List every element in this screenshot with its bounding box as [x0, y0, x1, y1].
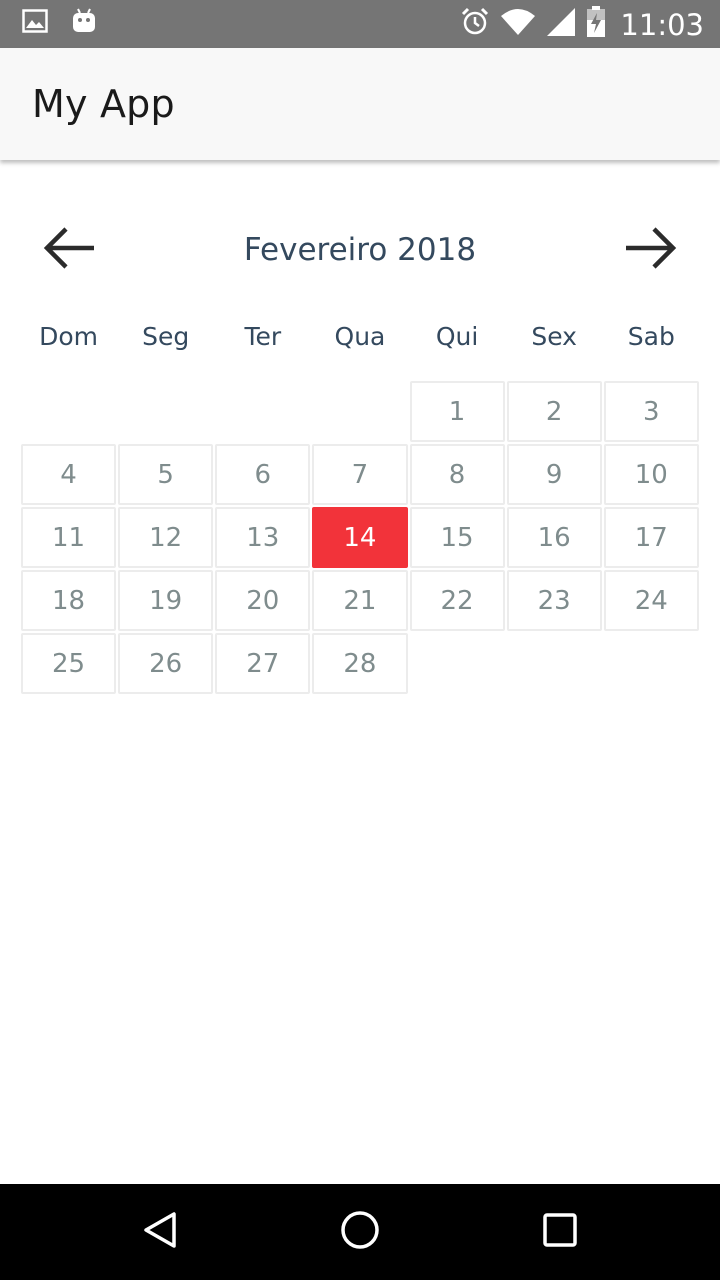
weekday-label: Sab [627, 322, 675, 351]
recents-square-icon [541, 1211, 579, 1254]
day-cell[interactable]: 17 [603, 507, 699, 568]
day-cell[interactable]: 21 [312, 570, 408, 631]
status-time: 11:03 [620, 7, 704, 42]
day-cell[interactable]: 24 [603, 570, 699, 631]
next-month-button[interactable] [618, 222, 682, 278]
home-circle-icon [339, 1209, 381, 1256]
weekday-label: Sex [531, 322, 577, 351]
back-triangle-icon [140, 1210, 180, 1255]
prev-month-button[interactable] [38, 222, 102, 278]
weekday-label: Dom [39, 322, 99, 351]
arrow-right-icon [622, 224, 678, 277]
weekday-label: Seg [142, 322, 190, 351]
day-cell[interactable]: 3 [603, 381, 699, 442]
weekday-label: Qui [435, 322, 479, 351]
day-cell[interactable]: 12 [118, 507, 214, 568]
day-cell[interactable]: 26 [118, 633, 214, 694]
back-button[interactable] [136, 1208, 184, 1256]
weekday-label: Qua [334, 322, 386, 351]
day-cell[interactable]: 16 [506, 507, 602, 568]
weekday-header-row: Dom Seg Ter Qua Qui Sex Sab [20, 322, 700, 358]
arrow-left-icon [42, 224, 98, 277]
app-bar: My App [0, 48, 720, 160]
system-nav-bar [0, 1184, 720, 1280]
day-cell-selected[interactable]: 14 [312, 507, 408, 568]
day-cell[interactable]: 6 [215, 444, 311, 505]
empty-cell [215, 381, 310, 442]
calendar-grid: 1 2 3 4 5 6 7 8 9 10 11 12 13 14 15 16 1… [20, 380, 700, 695]
day-cell[interactable]: 18 [21, 570, 117, 631]
calendar-header: Fevereiro 2018 [0, 210, 720, 290]
day-cell[interactable]: 2 [506, 381, 602, 442]
home-button[interactable] [336, 1208, 384, 1256]
alarm-icon [460, 7, 490, 42]
day-cell[interactable]: 19 [118, 570, 214, 631]
day-cell[interactable]: 5 [118, 444, 214, 505]
day-cell[interactable]: 27 [215, 633, 311, 694]
day-cell[interactable]: 9 [506, 444, 602, 505]
battery-charging-icon [586, 6, 606, 43]
day-cell[interactable]: 7 [312, 444, 408, 505]
day-cell[interactable]: 23 [506, 570, 602, 631]
android-icon [72, 8, 96, 39]
day-cell[interactable]: 4 [21, 444, 117, 505]
day-cell[interactable]: 22 [409, 570, 505, 631]
day-cell[interactable]: 8 [409, 444, 505, 505]
day-cell[interactable]: 20 [215, 570, 311, 631]
day-cell[interactable]: 15 [409, 507, 505, 568]
image-icon [22, 9, 48, 38]
wifi-icon [500, 8, 536, 41]
day-cell[interactable]: 1 [409, 381, 505, 442]
signal-icon [546, 7, 576, 42]
day-cell[interactable]: 25 [21, 633, 117, 694]
day-cell[interactable]: 13 [215, 507, 311, 568]
app-title: My App [32, 82, 175, 126]
empty-cell [21, 381, 116, 442]
weekday-label: Ter [244, 322, 282, 351]
status-bar: 11:03 [0, 0, 720, 48]
recents-button[interactable] [536, 1208, 584, 1256]
month-label: Fevereiro 2018 [243, 232, 477, 268]
empty-cell [118, 381, 213, 442]
empty-cell [312, 381, 407, 442]
day-cell[interactable]: 10 [603, 444, 699, 505]
day-cell[interactable]: 28 [312, 633, 408, 694]
day-cell[interactable]: 11 [21, 507, 117, 568]
